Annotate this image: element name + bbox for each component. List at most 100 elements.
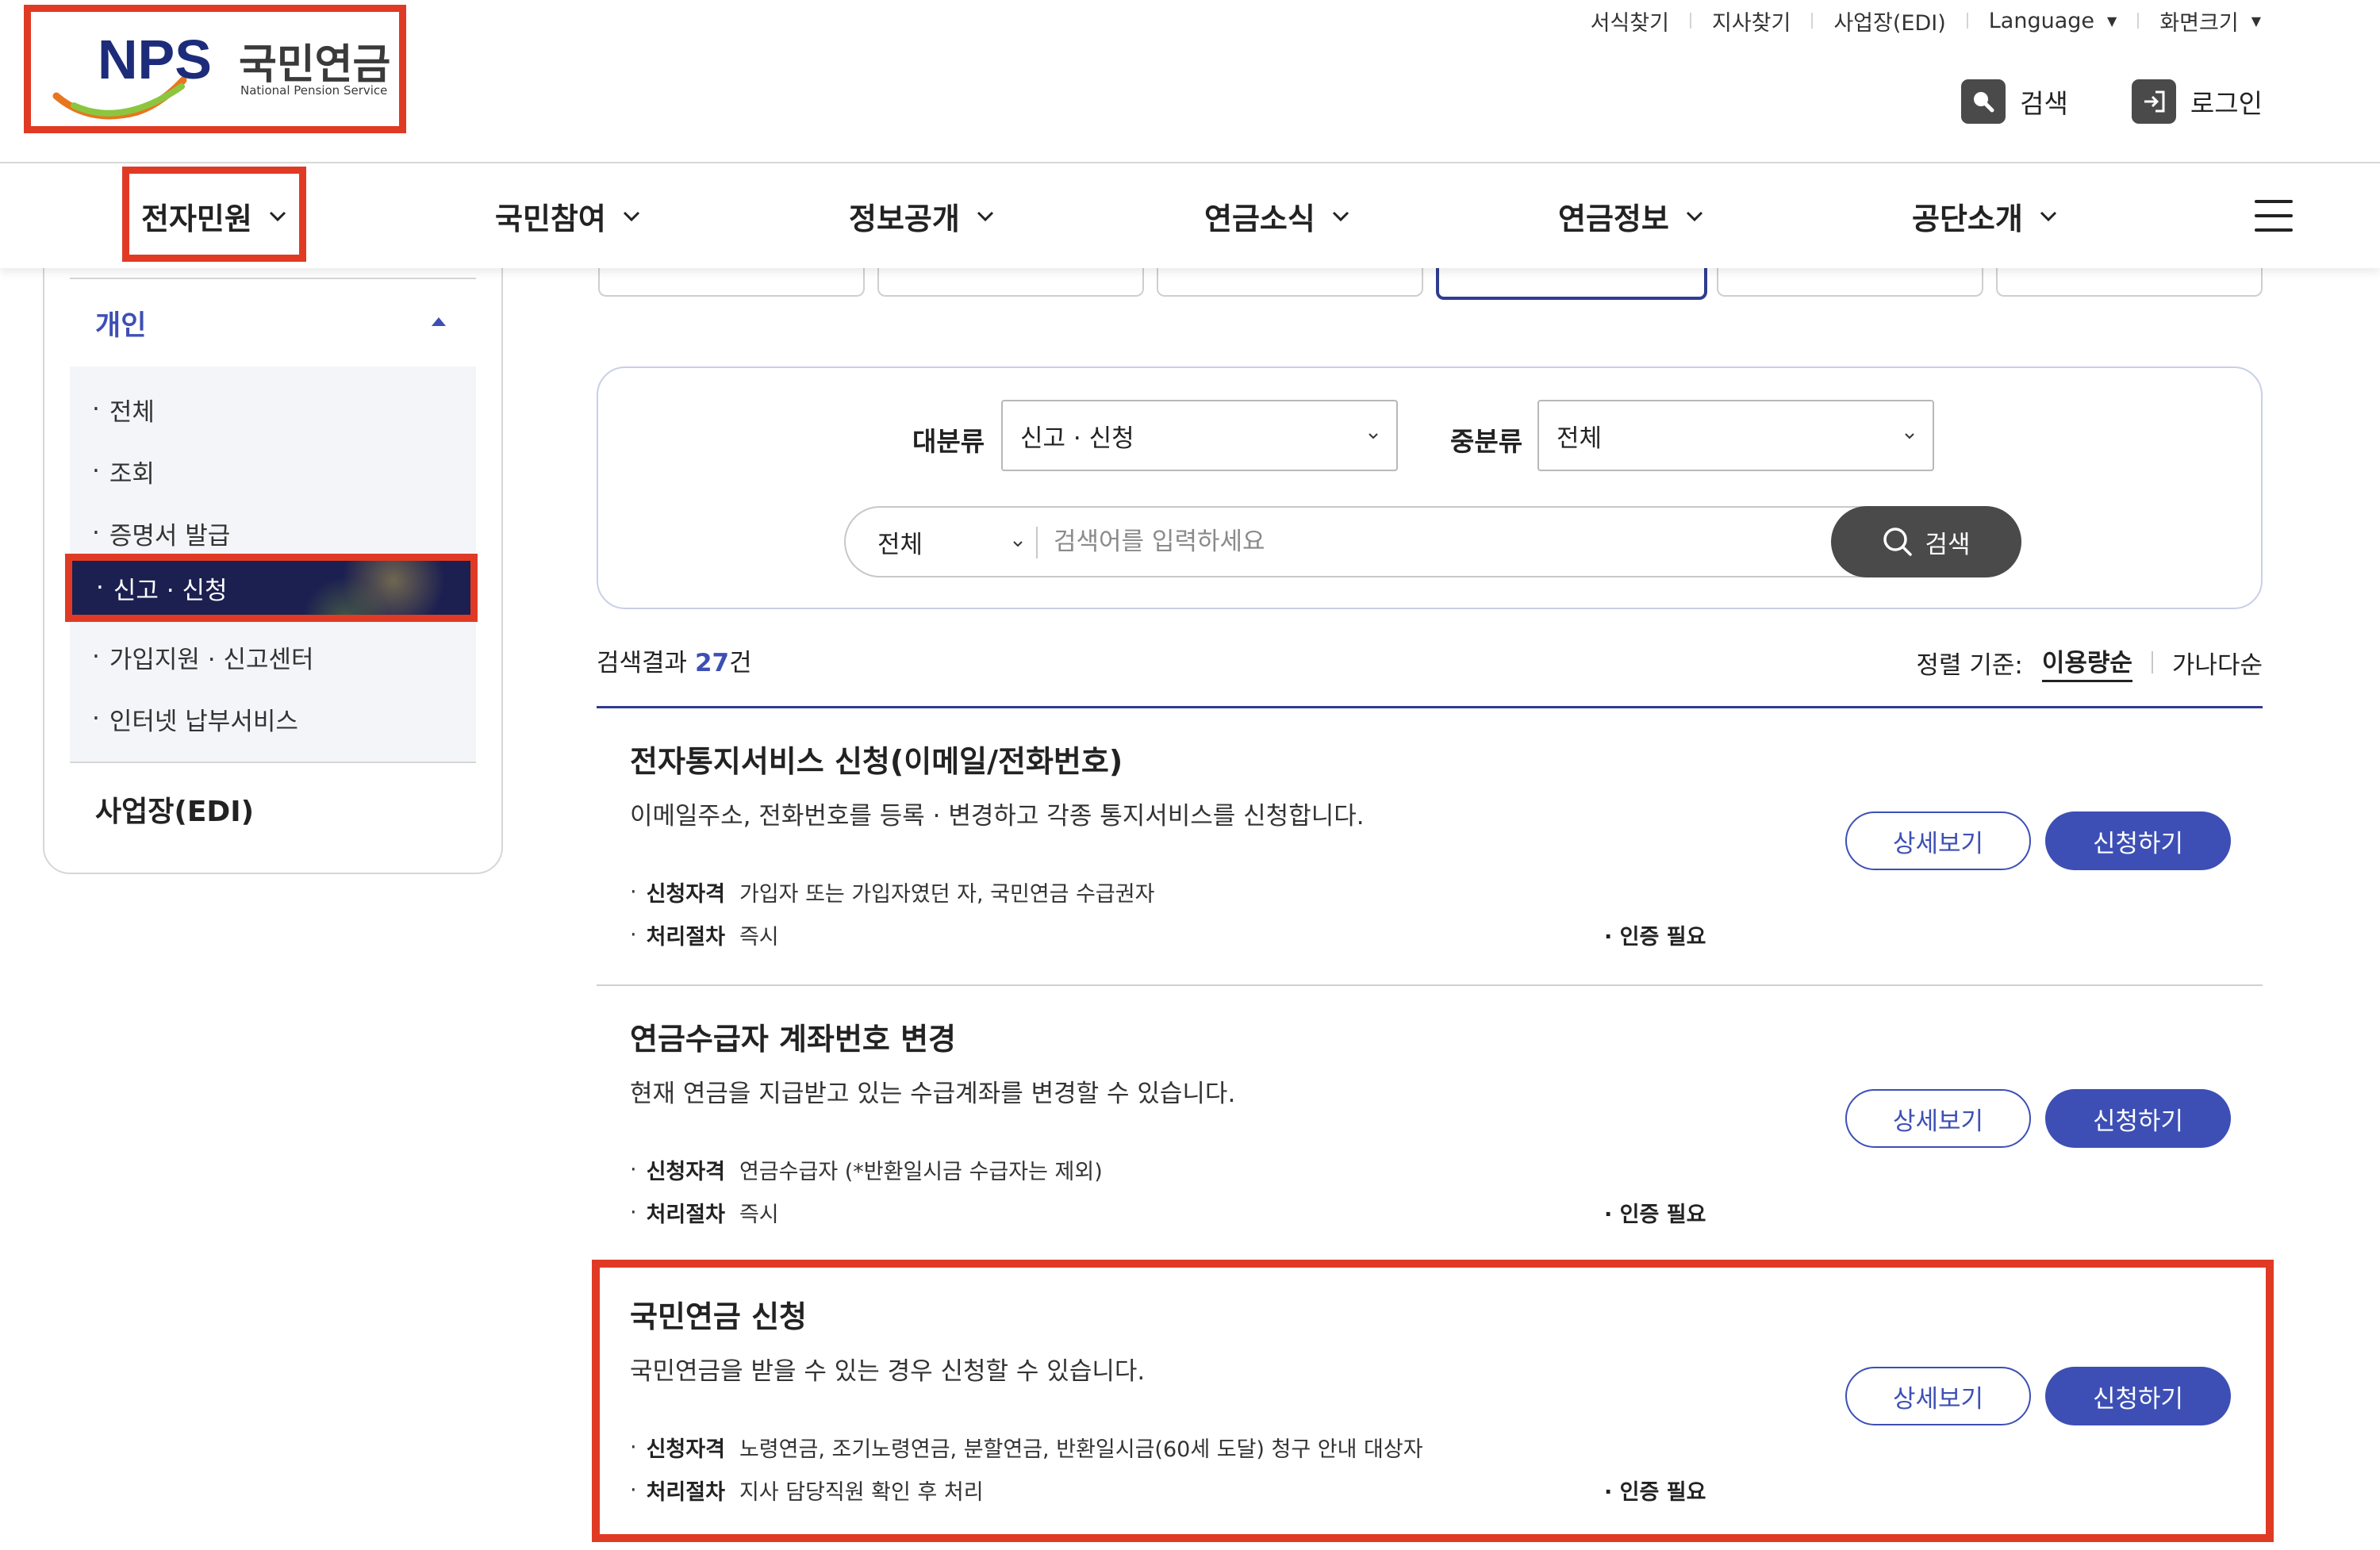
util-divider [1966, 13, 1968, 29]
sidebar-item-label: 가입지원 · 신고센터 [109, 645, 314, 674]
meta-value: 즉시 [739, 925, 779, 950]
sidebar-item-label-text: 신고 · 신청 [113, 576, 228, 605]
meta-value: 연금수급자 (*반환일시금 수급자는 제외) [739, 1160, 1103, 1184]
search-scope-select[interactable]: 전체 [877, 508, 923, 576]
bullet-icon: · [630, 1157, 637, 1182]
gnb-item-pension-info[interactable]: 연금정보 [1558, 163, 1706, 268]
major-category-label: 대분류 [912, 426, 985, 457]
select-value: 신고 · 신청 [1020, 424, 1134, 453]
meta-label: 처리절차 [646, 1203, 725, 1227]
sidebar-item-certificate[interactable]: · 증명서 발급 [92, 509, 230, 557]
sidebar-item-inquiry[interactable]: · 조회 [92, 447, 155, 495]
sidebar-item-label: · 신고 · 신청 [96, 561, 228, 615]
apply-button[interactable]: 신청하기 [2045, 811, 2231, 870]
sort-label: 정렬 기준: [1916, 650, 2023, 680]
result-count-suffix: 건 [729, 649, 752, 677]
caret-up-icon[interactable] [432, 317, 446, 326]
bullet-icon: · [1604, 1203, 1620, 1227]
gnb-label: 정보공개 [849, 201, 960, 236]
bullet-icon: · [96, 574, 104, 602]
util-language[interactable]: Language ▼ [1989, 9, 2117, 33]
search-button-label: 검색 [1925, 530, 1971, 559]
bullet-icon: · [630, 1200, 637, 1225]
search-submit-button[interactable]: 검색 [1831, 506, 2021, 577]
sidebar-item-label: 증명서 발급 [109, 521, 231, 551]
util-edi[interactable]: 사업장(EDI) [1833, 6, 1945, 36]
util-label: 사업장(EDI) [1833, 10, 1946, 36]
util-divider [1811, 13, 1814, 29]
header-actions: 검색 로그인 [1961, 79, 2263, 124]
sidebar-section-personal[interactable]: 개인 [95, 303, 146, 343]
result-count-number: 27 [694, 649, 730, 677]
chevron-down-icon [1332, 211, 1349, 222]
util-divider [1689, 13, 1691, 29]
gnb-item-participation[interactable]: 국민참여 [495, 163, 643, 268]
sidebar-item-label: 전체 [109, 397, 155, 427]
major-category-select[interactable]: 신고 · 신청 [1001, 400, 1398, 471]
util-label: 지사찾기 [1711, 10, 1791, 36]
logo-kr-text: 국민연금 [239, 41, 391, 89]
util-screen-size[interactable]: 화면크기 ▼ [2159, 6, 2261, 36]
gnb-label: 연금정보 [1558, 201, 1669, 236]
apply-button[interactable]: 신청하기 [2045, 1089, 2231, 1148]
sort-divider [2151, 651, 2153, 673]
util-branch-search[interactable]: 지사찾기 [1712, 6, 1791, 36]
login-icon [2131, 79, 2176, 124]
result-count: 검색결과 27건 [597, 643, 752, 678]
card-highlight-frame [592, 1260, 2274, 1542]
chevron-down-icon [1686, 211, 1702, 222]
meta-label: 신청자격 [646, 882, 725, 907]
card-process: · 처리절차 즉시 [630, 919, 779, 950]
caret-down-icon: ▼ [2107, 13, 2117, 29]
meta-value: 가입자 또는 가입자였던 자, 국민연금 수급권자 [739, 882, 1155, 907]
chevron-down-icon[interactable] [1011, 536, 1025, 551]
bullet-icon: · [92, 395, 100, 424]
sidebar-item-all[interactable]: · 전체 [92, 386, 155, 433]
util-label: 화면크기 [2159, 10, 2239, 36]
chevron-down-icon [1368, 433, 1378, 439]
gnb-item-news[interactable]: 연금소식 [1204, 163, 1352, 268]
header-search-button[interactable]: 검색 [1961, 79, 2068, 124]
chevron-down-icon [2040, 211, 2056, 222]
search-filter-panel: 대분류 신고 · 신청 중분류 전체 전체 검색 [597, 366, 2263, 609]
gnb-item-disclosure[interactable]: 정보공개 [849, 163, 996, 268]
sort-options: 정렬 기준: 이용량순 가나다순 [1916, 643, 2263, 682]
util-form-search[interactable]: 서식찾기 [1591, 6, 1669, 36]
bullet-icon: · [92, 704, 100, 733]
site-logo[interactable]: NPS 국민연금 National Pension Service [24, 5, 406, 133]
minor-category-select[interactable]: 전체 [1537, 400, 1934, 471]
card-title[interactable]: 전자통지서비스 신청(이메일/전화번호) [630, 737, 1123, 781]
sidebar-item-report-apply[interactable]: · 신고 · 신청 [65, 554, 478, 622]
sort-by-usage[interactable]: 이용량순 [2041, 643, 2132, 682]
card-eligibility: · 신청자격 가입자 또는 가입자였던 자, 국민연금 수급권자 [630, 877, 1154, 907]
sidebar-item-internet-payment[interactable]: · 인터넷 납부서비스 [92, 695, 298, 742]
bullet-icon: · [630, 880, 637, 904]
util-divider [2137, 13, 2140, 29]
detail-button[interactable]: 상세보기 [1845, 1089, 2031, 1148]
sidebar-item-join-support[interactable]: · 가입지원 · 신고센터 [92, 633, 314, 681]
menu-icon[interactable] [2255, 200, 2293, 232]
chevron-down-icon [977, 211, 993, 222]
header-login-button[interactable]: 로그인 [2131, 79, 2263, 124]
utility-bar: 서식찾기 지사찾기 사업장(EDI) Language ▼ 화면크기 ▼ [1591, 6, 2261, 36]
gnb-item-about[interactable]: 공단소개 [1912, 163, 2059, 268]
bullet-icon: · [92, 457, 100, 485]
card-title[interactable]: 연금수급자 계좌번호 변경 [630, 1015, 956, 1058]
keyword-search-bar: 전체 검색 [844, 506, 2021, 577]
search-icon [1883, 528, 1913, 556]
sidebar-section-edi[interactable]: 사업장(EDI) [95, 788, 254, 830]
detail-button[interactable]: 상세보기 [1845, 811, 2031, 870]
card-description: 현재 연금을 지급받고 있는 수급계좌를 변경할 수 있습니다. [630, 1080, 1236, 1108]
sidebar-item-label: 조회 [109, 459, 155, 489]
card-eligibility: · 신청자격 연금수급자 (*반환일시금 수급자는 제외) [630, 1154, 1103, 1185]
bullet-icon: · [92, 643, 100, 671]
meta-label: 신청자격 [646, 1160, 725, 1184]
result-count-prefix: 검색결과 [597, 649, 695, 677]
card-auth-required: · 인증 필요 [1604, 1197, 1706, 1228]
util-label: Language [1988, 8, 2094, 33]
search-input[interactable] [1054, 514, 1768, 570]
sort-by-alphabet[interactable]: 가나다순 [2172, 645, 2263, 681]
service-card: 연금수급자 계좌번호 변경 현재 연금을 지급받고 있는 수급계좌를 변경할 수… [597, 986, 2263, 1264]
chevron-down-icon [1905, 433, 1914, 439]
auth-label: 인증 필요 [1619, 925, 1706, 950]
